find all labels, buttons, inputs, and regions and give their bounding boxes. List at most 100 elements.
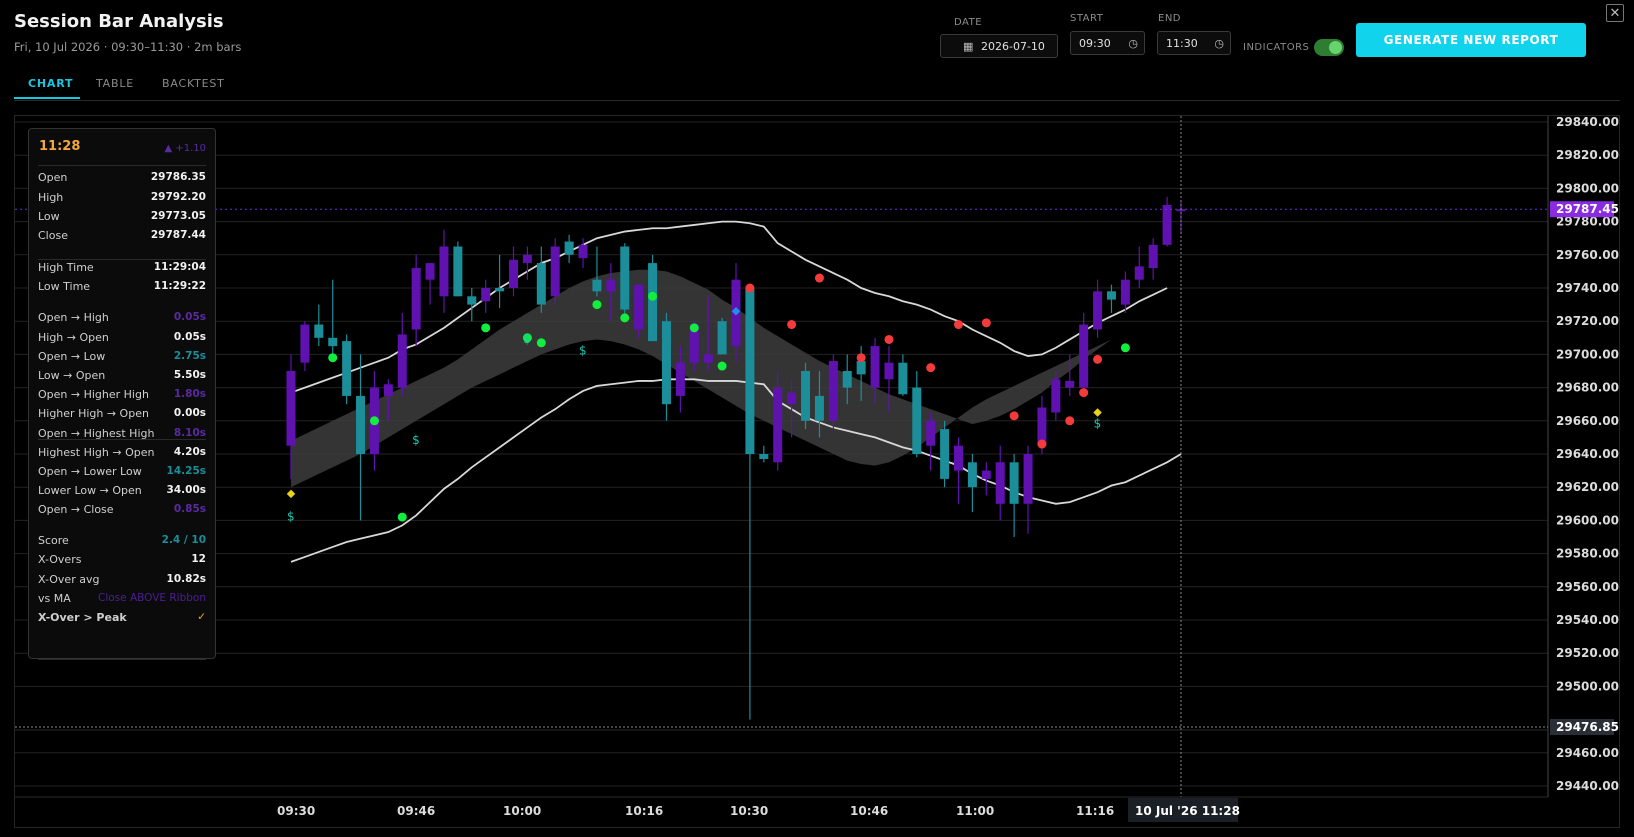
candle-body[interactable] — [787, 392, 797, 405]
info-value: 8.10s — [173, 427, 206, 439]
signal-dot-red — [787, 320, 797, 330]
candle-body[interactable] — [620, 246, 630, 310]
candle-body[interactable] — [1009, 462, 1019, 504]
candle-body[interactable] — [1051, 379, 1061, 413]
candle-body[interactable] — [703, 354, 713, 363]
candle-body[interactable] — [592, 279, 602, 292]
info-label: Open → Highest High — [38, 426, 155, 440]
info-value: 11:29:22 — [153, 280, 206, 292]
candle-body[interactable] — [981, 470, 991, 479]
info-value: 10.82s — [166, 573, 206, 585]
candle-body[interactable] — [745, 288, 755, 454]
price-tick-label: 29820.00 — [1556, 148, 1619, 162]
candle-body[interactable] — [814, 395, 824, 421]
info-label: Open → Close — [38, 502, 114, 516]
candle-body[interactable] — [1023, 454, 1033, 504]
candle-body[interactable] — [870, 346, 880, 388]
candle-body[interactable] — [453, 246, 463, 297]
candle-body[interactable] — [954, 445, 963, 471]
candle-body[interactable] — [1079, 324, 1089, 388]
candle-body[interactable] — [550, 246, 560, 297]
diamond-marker-icon — [286, 489, 296, 499]
candle-body[interactable] — [425, 263, 435, 280]
candle-body[interactable] — [342, 341, 352, 396]
candle-body[interactable] — [1065, 380, 1075, 388]
candle-body[interactable] — [773, 387, 783, 463]
candle-body[interactable] — [536, 263, 546, 305]
signal-dot-green — [328, 353, 338, 363]
candle-body[interactable] — [328, 337, 338, 347]
signal-dot-red — [981, 318, 991, 328]
price-tick-label: 29740.00 — [1556, 281, 1619, 295]
candle-body[interactable] — [1120, 279, 1130, 305]
candle-body[interactable] — [940, 429, 950, 479]
panel-divider — [38, 165, 206, 166]
info-row: Close 29787.44 — [38, 226, 206, 244]
candle-body[interactable] — [439, 246, 449, 297]
candle-body[interactable] — [856, 361, 866, 375]
info-row: Highest High → Open 4.20s — [38, 443, 206, 461]
signal-dot-green — [620, 313, 630, 323]
candle-body[interactable] — [717, 321, 727, 355]
candle-body[interactable] — [522, 254, 532, 264]
candle-body[interactable] — [564, 241, 574, 255]
candle-body[interactable] — [286, 371, 296, 446]
candle-body[interactable] — [1162, 205, 1172, 245]
candle-body[interactable] — [578, 244, 588, 259]
candlestick-chart[interactable]: 29840.0029820.0029800.0029780.0029760.00… — [0, 0, 1634, 837]
candle-body[interactable] — [801, 371, 811, 421]
candle-body[interactable] — [759, 454, 769, 459]
candle-body[interactable] — [481, 288, 491, 302]
info-value: 0.05s — [173, 331, 206, 343]
candle-body[interactable] — [675, 362, 685, 396]
signal-dot-red — [1037, 439, 1047, 449]
candle-body[interactable] — [995, 462, 1005, 504]
candle-body[interactable] — [828, 361, 838, 421]
candle-body[interactable] — [314, 324, 324, 338]
candle-body[interactable] — [606, 279, 616, 292]
time-tick-label: 10:46 — [850, 804, 888, 818]
candle-body[interactable] — [912, 387, 922, 454]
candle-body[interactable] — [898, 362, 908, 395]
info-label: High → Open — [38, 330, 109, 344]
candle-body[interactable] — [509, 259, 518, 288]
price-tick-label: 29560.00 — [1556, 580, 1619, 594]
candle-body[interactable] — [842, 371, 852, 388]
candle-body[interactable] — [1093, 291, 1103, 330]
candle-body[interactable] — [661, 321, 671, 405]
candle-body[interactable] — [1134, 266, 1144, 280]
price-tick-label: 29440.00 — [1556, 779, 1619, 793]
last-price-label: 29787.45 — [1556, 202, 1619, 216]
candle-body[interactable] — [383, 384, 393, 396]
candle-body[interactable] — [467, 296, 477, 305]
candle-body[interactable] — [1148, 244, 1158, 269]
candle-body[interactable] — [967, 462, 977, 488]
info-row: Higher High → Open 0.00s — [38, 404, 206, 422]
candle-body[interactable] — [634, 284, 644, 330]
bar-change: ▲ +1.10 — [164, 143, 206, 154]
time-tick-label: 09:46 — [397, 804, 435, 818]
crosshair-price-label: 29476.85 — [1556, 720, 1619, 734]
signal-dot-red — [1093, 354, 1103, 364]
info-row: Lower Low → Open 34.00s — [38, 481, 206, 499]
candle-body[interactable] — [397, 334, 407, 388]
candle-body[interactable] — [411, 268, 421, 330]
candle-body[interactable] — [1106, 291, 1116, 300]
info-row: High 29792.20 — [38, 188, 206, 206]
signal-dot-red — [1065, 416, 1075, 426]
candle-body[interactable] — [495, 288, 505, 292]
info-label: Low → Open — [38, 368, 106, 382]
info-row: Open 29786.35 — [38, 168, 206, 186]
candle-body[interactable] — [648, 263, 658, 342]
candle-body[interactable] — [356, 395, 366, 454]
info-row: Open → Higher High 1.80s — [38, 385, 206, 403]
candle-body[interactable] — [926, 420, 936, 446]
candle-body[interactable] — [300, 324, 310, 363]
info-value: 29792.20 — [150, 191, 206, 203]
candle-body[interactable] — [884, 362, 894, 380]
time-tick-label: 09:30 — [277, 804, 315, 818]
signal-dot-green — [481, 323, 491, 333]
info-value: 2.4 / 10 — [161, 534, 206, 546]
info-row: Open → Lower Low 14.25s — [38, 462, 206, 480]
dollar-marker-icon: $ — [579, 343, 587, 357]
